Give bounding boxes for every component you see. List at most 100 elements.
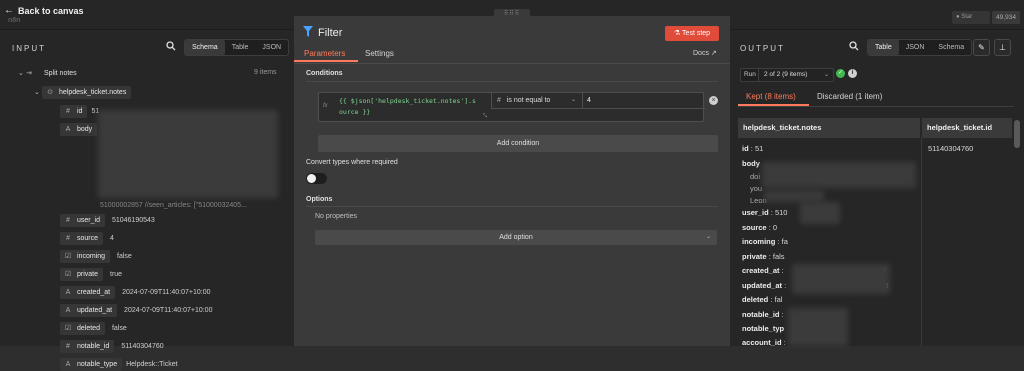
- chevron-down-icon: ⌄: [570, 97, 576, 103]
- redacted-body: [764, 190, 824, 202]
- redacted-body: [762, 162, 916, 188]
- expression-line: {{ $json['helpdesk_ticket.notes'].s: [339, 97, 476, 105]
- tab-parameters-underline: [294, 60, 358, 62]
- edit-output-button[interactable]: ✎: [973, 39, 990, 56]
- number-type-icon: #: [66, 234, 70, 242]
- expand-icon[interactable]: ⤡: [483, 113, 489, 119]
- field-row[interactable]: # notable_id 51140304760: [60, 339, 164, 353]
- tab-discarded[interactable]: Discarded (1 item): [817, 92, 882, 101]
- output-view-table[interactable]: Table: [868, 40, 899, 55]
- field-value: Helpdesk::Ticket: [126, 360, 178, 368]
- field-row[interactable]: # id 51: [60, 104, 99, 118]
- text-type-icon: A: [65, 288, 71, 296]
- no-properties-text: No properties: [315, 213, 358, 220]
- input-view-json[interactable]: JSON: [255, 40, 288, 55]
- field-row[interactable]: ☑ incoming false: [60, 249, 132, 263]
- github-star-count[interactable]: 49,934: [992, 11, 1020, 24]
- convert-types-toggle[interactable]: [306, 173, 327, 184]
- input-view-table[interactable]: Table: [225, 40, 256, 55]
- field-key: body: [742, 159, 760, 168]
- output-view-schema[interactable]: Schema: [931, 40, 971, 55]
- run-select-value: 2 of 2 (9 items): [764, 71, 808, 78]
- field-value: 51140304760: [121, 342, 164, 350]
- search-icon[interactable]: [166, 41, 176, 51]
- input-view-schema[interactable]: Schema: [185, 40, 225, 55]
- filter-icon: [303, 26, 313, 37]
- add-option-label: Add option: [499, 234, 533, 241]
- chevron-down-icon[interactable]: ⌄: [34, 88, 42, 96]
- github-star-button[interactable]: ● Star: [952, 11, 990, 24]
- scrollbar[interactable]: [1014, 120, 1020, 148]
- conditions-label: Conditions: [306, 70, 343, 77]
- field-key: updated_at: [742, 281, 783, 290]
- table-cell-field: private : fals: [742, 252, 785, 261]
- convert-types-label: Convert types where required: [306, 159, 398, 166]
- info-icon[interactable]: i: [848, 69, 857, 78]
- field-row[interactable]: ☑ private true: [60, 267, 122, 281]
- field-key: id: [742, 144, 749, 153]
- field-key: user_id: [77, 216, 100, 224]
- n8n-logo: n8n: [8, 17, 21, 24]
- divider: [738, 106, 1014, 107]
- table-cell-field: notable_typ: [742, 324, 784, 333]
- field-key: updated_at: [77, 306, 113, 314]
- output-view-json[interactable]: JSON: [899, 40, 932, 55]
- condition-left-expression[interactable]: {{ $json['helpdesk_ticket.notes'].s ourc…: [337, 96, 491, 120]
- field-row[interactable]: # user_id 51046190543: [60, 213, 155, 227]
- arrow-left-icon: ←: [4, 5, 14, 16]
- docs-link[interactable]: Docs ↗: [693, 49, 717, 57]
- field-row[interactable]: Acreated_at 2024-07-09T11:40:07+10:00: [60, 285, 211, 299]
- table-cell-field: incoming : fa: [742, 237, 788, 246]
- condition-row: fx {{ $json['helpdesk_ticket.notes'].s o…: [318, 92, 705, 122]
- items-count: 9 items: [254, 69, 277, 76]
- success-check-icon: ✓: [836, 69, 845, 78]
- condition-right-value[interactable]: 4: [587, 93, 591, 108]
- table-cell-field: deleted : fal: [742, 295, 783, 304]
- field-row[interactable]: Abody: [60, 122, 98, 136]
- field-value-continuation: 51000002857 //seen_articles: ["510000324…: [100, 198, 247, 212]
- tab-parameters[interactable]: Parameters: [304, 49, 345, 58]
- output-panel: OUTPUT Table JSON Schema ✎ ⊥ Run 2 of 2 …: [730, 30, 1024, 347]
- chevron-down-icon: ⌄: [823, 72, 829, 78]
- field-key: deleted: [77, 324, 100, 332]
- field-key: user_id: [742, 208, 769, 217]
- field-value-line: doi: [750, 172, 761, 181]
- test-step-button[interactable]: ⚗ Test step: [665, 26, 719, 41]
- input-panel: INPUT Schema Table JSON ⌄ ⇥ Split notes …: [0, 30, 294, 371]
- tree-root-row[interactable]: ⌄ ⇥ Split notes: [18, 66, 77, 80]
- tab-settings[interactable]: Settings: [365, 49, 394, 58]
- table-cell-field: source : 0: [742, 223, 778, 232]
- node-icon: ⇥: [26, 70, 32, 77]
- github-star-label: Star: [961, 14, 973, 20]
- field-row[interactable]: ☑ deleted false: [60, 321, 127, 335]
- field-value: fal: [774, 295, 783, 304]
- run-select[interactable]: 2 of 2 (9 items) ⌄: [758, 68, 834, 82]
- tree-object-row[interactable]: ⌄ ⊙ helpdesk_ticket.notes: [34, 85, 132, 99]
- chevron-down-icon[interactable]: ⌄: [18, 69, 26, 77]
- flask-icon: ⚗: [673, 30, 681, 37]
- search-icon[interactable]: [849, 41, 859, 51]
- add-condition-button[interactable]: Add condition: [318, 135, 718, 152]
- field-value: false: [111, 324, 127, 332]
- object-label: helpdesk_ticket.notes: [59, 88, 127, 96]
- remove-condition-icon[interactable]: ×: [709, 96, 718, 105]
- add-option-select[interactable]: Add option ⌄: [315, 230, 717, 245]
- back-to-canvas-label: Back to canvas: [18, 5, 84, 16]
- column-divider: [921, 138, 922, 346]
- field-key: body: [77, 125, 93, 133]
- redacted-value: [800, 202, 840, 224]
- field-key: notable_id: [742, 310, 780, 319]
- field-row[interactable]: Anotable_type Helpdesk::Ticket: [60, 357, 178, 371]
- output-title: OUTPUT: [740, 44, 785, 53]
- pin-data-button[interactable]: ⊥: [994, 39, 1011, 56]
- field-key: source: [77, 234, 99, 242]
- tab-kept[interactable]: Kept (8 items): [746, 92, 796, 101]
- field-row[interactable]: # source 4: [60, 231, 114, 245]
- operator-select[interactable]: # is not equal to ⌄: [491, 93, 583, 108]
- node-title[interactable]: Filter: [318, 27, 342, 39]
- field-row[interactable]: Aupdated_at 2024-07-09T11:40:07+10:00: [60, 303, 212, 317]
- back-to-canvas-button[interactable]: ← Back to canvas: [4, 5, 84, 16]
- field-key: created_at: [77, 288, 111, 296]
- field-value: fa: [781, 237, 788, 246]
- field-value: true: [110, 270, 123, 278]
